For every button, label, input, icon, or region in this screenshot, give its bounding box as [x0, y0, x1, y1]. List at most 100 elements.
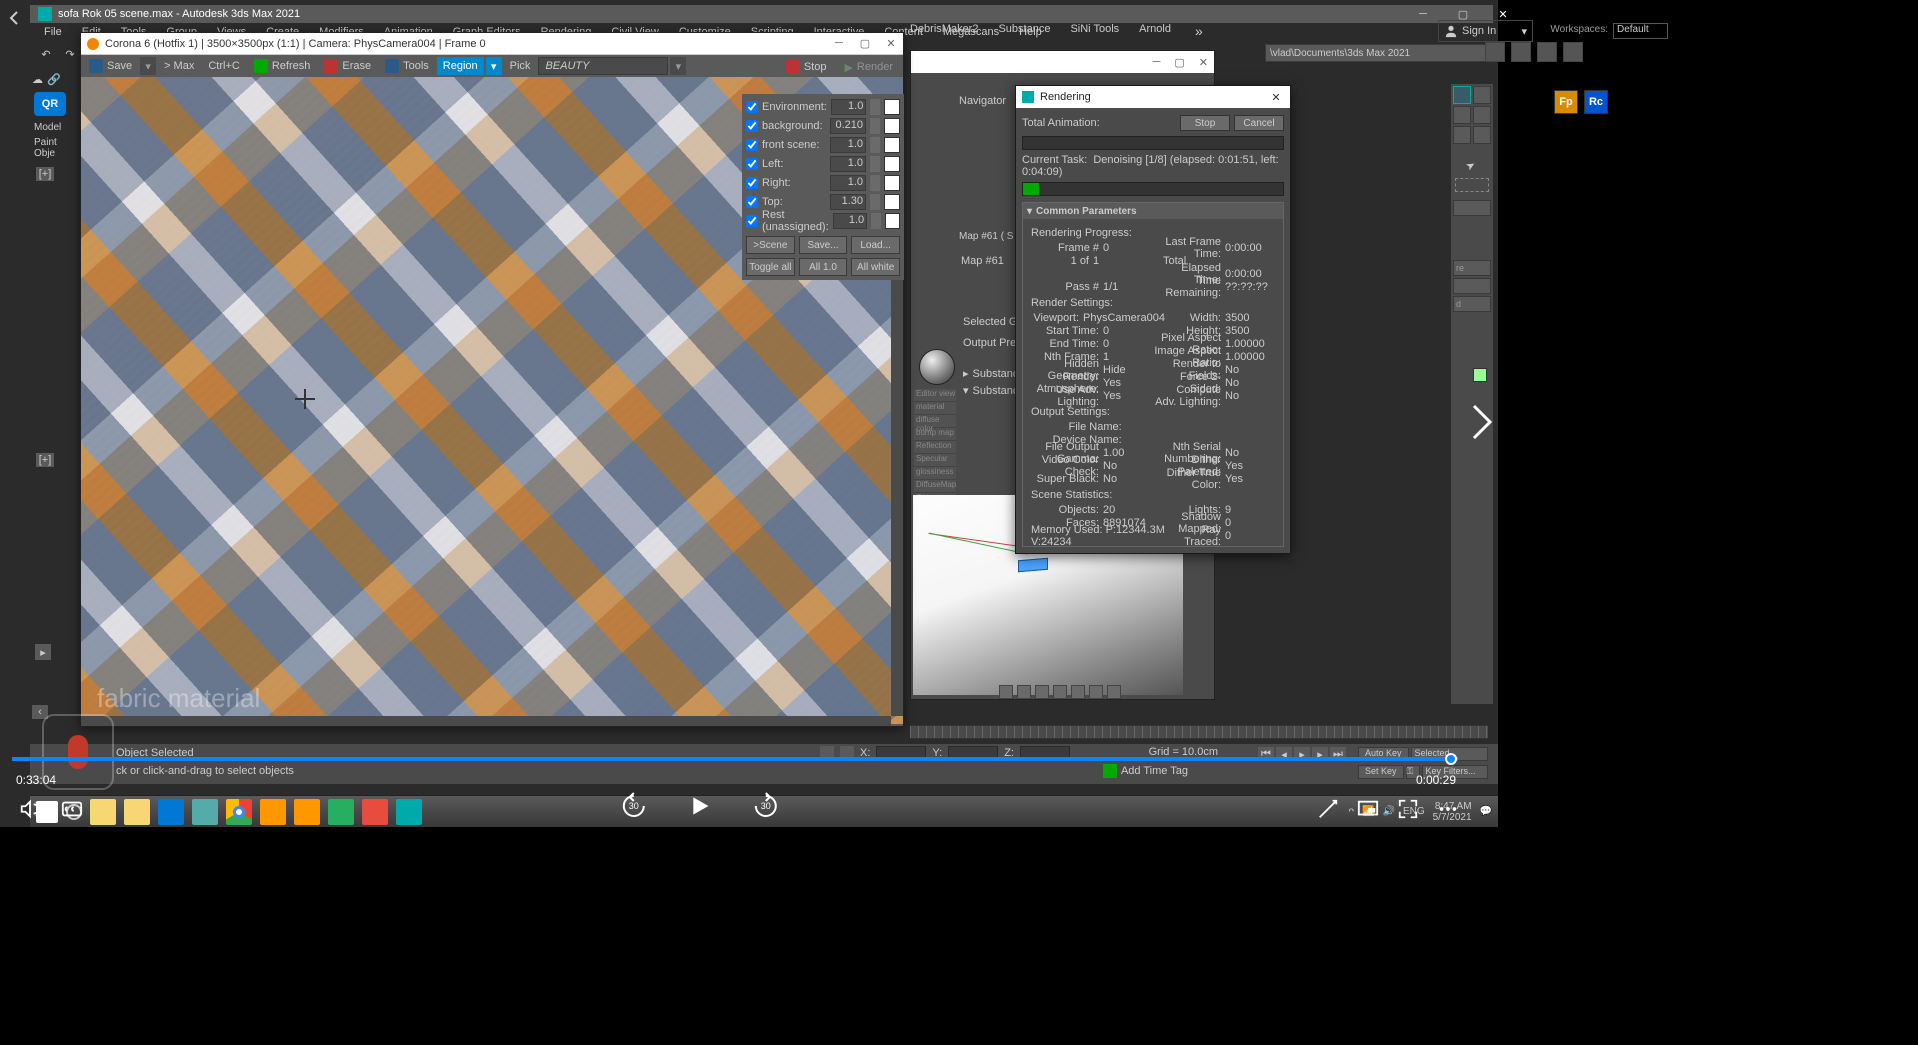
- common-params-header[interactable]: ▾ Common Parameters: [1023, 203, 1283, 219]
- vfb-maximize[interactable]: ▢: [859, 37, 871, 50]
- hierarchy-tab[interactable]: [1453, 106, 1471, 124]
- play-button[interactable]: [685, 791, 715, 821]
- env-value[interactable]: 1.0: [831, 99, 867, 115]
- render-close[interactable]: ✕: [1268, 91, 1284, 104]
- vfb-pick-button[interactable]: Pick: [504, 57, 537, 75]
- fullscreen-button[interactable]: [1396, 797, 1420, 821]
- top-value[interactable]: 1.30: [830, 194, 866, 210]
- more-button[interactable]: [1436, 797, 1460, 821]
- left-value[interactable]: 1.0: [830, 156, 866, 172]
- vfb-minimize[interactable]: ─: [833, 37, 845, 50]
- all10-button[interactable]: All 1.0: [799, 258, 848, 276]
- mateditor-close[interactable]: ✕: [1199, 56, 1208, 69]
- timetag-label[interactable]: Add Time Tag: [1121, 765, 1188, 777]
- env-spinner[interactable]: [870, 99, 880, 115]
- top-swatch[interactable]: [884, 194, 900, 210]
- toolbar-icon-4[interactable]: [1563, 42, 1583, 62]
- vfb-channel-select[interactable]: BEAUTY: [538, 57, 668, 75]
- viewport-play-button[interactable]: ▸: [35, 644, 51, 660]
- taskbar-mail[interactable]: [158, 799, 184, 825]
- taskbar-explorer[interactable]: [90, 799, 116, 825]
- browser-back-button[interactable]: [5, 8, 25, 28]
- minimize-button[interactable]: ─: [1403, 5, 1443, 23]
- env-swatch[interactable]: [884, 99, 900, 115]
- link-icon[interactable]: 🔗: [47, 73, 61, 86]
- fp-button[interactable]: Fp: [1554, 90, 1578, 114]
- menu-substance[interactable]: Substance: [988, 23, 1060, 35]
- vfb-scrollbar-horizontal[interactable]: [81, 716, 891, 726]
- menu-sini[interactable]: SiNi Tools: [1060, 23, 1129, 35]
- render-cancel-button[interactable]: Cancel: [1234, 115, 1284, 131]
- mark-button[interactable]: [1316, 797, 1340, 821]
- left-swatch[interactable]: [884, 156, 900, 172]
- bg-checkbox[interactable]: [746, 120, 758, 132]
- display-tab[interactable]: [1453, 126, 1471, 144]
- vfb-titlebar[interactable]: Corona 6 (Hotfix 1) | 3500×3500px (1:1) …: [81, 33, 903, 55]
- front-checkbox[interactable]: [746, 139, 758, 151]
- utilities-tab[interactable]: [1473, 126, 1491, 144]
- rest-value[interactable]: 1.0: [833, 213, 867, 229]
- map-name[interactable]: Map #61: [961, 255, 1004, 267]
- mateditor-minimize[interactable]: ─: [1153, 56, 1161, 68]
- taskbar-chrome[interactable]: [226, 799, 252, 825]
- front-spinner[interactable]: [870, 137, 880, 153]
- cmd-row-3[interactable]: d: [1453, 296, 1491, 312]
- seekbar-thumb[interactable]: [1445, 753, 1457, 765]
- cmd-row-1[interactable]: re: [1453, 260, 1491, 276]
- env-checkbox[interactable]: [746, 101, 758, 113]
- vfb-channel-dropdown[interactable]: ▾: [670, 57, 686, 75]
- toggleall-button[interactable]: Toggle all: [746, 258, 795, 276]
- redo-button[interactable]: ↷: [60, 44, 80, 64]
- render-titlebar[interactable]: Rendering ✕: [1016, 86, 1290, 108]
- mat-nav-icon-3[interactable]: [1035, 685, 1049, 699]
- toscene-button[interactable]: >Scene: [746, 236, 795, 254]
- right-spinner[interactable]: [870, 175, 880, 191]
- timeline-ruler[interactable]: [910, 725, 1488, 739]
- rest-swatch[interactable]: [885, 213, 900, 229]
- bg-value[interactable]: 0.210: [830, 118, 866, 134]
- mat-nav-icon-2[interactable]: [1017, 685, 1031, 699]
- material-preview-sphere[interactable]: [919, 349, 955, 385]
- bg-spinner[interactable]: [870, 118, 880, 134]
- vfb-erase-button[interactable]: Erase: [318, 57, 377, 75]
- menu-debrismaker[interactable]: DebrisMaker2: [900, 23, 988, 35]
- viewport-label-1[interactable]: [+]: [36, 167, 54, 181]
- menu-overflow[interactable]: »: [1195, 23, 1203, 39]
- rest-checkbox[interactable]: [746, 215, 758, 227]
- next-video-button[interactable]: [1466, 398, 1498, 446]
- render-stop-button[interactable]: Stop: [1180, 115, 1230, 131]
- mat-nav-icon-5[interactable]: [1071, 685, 1085, 699]
- video-seekbar[interactable]: [12, 757, 1458, 761]
- category-dropdown[interactable]: [1453, 200, 1491, 216]
- front-swatch[interactable]: [884, 137, 900, 153]
- vfb-refresh-button[interactable]: Refresh: [248, 57, 317, 75]
- save-lightmix-button[interactable]: Save...: [799, 236, 848, 254]
- project-path-input[interactable]: [1265, 44, 1490, 62]
- taskbar-3dsmax[interactable]: [396, 799, 422, 825]
- taskbar-app-1[interactable]: [192, 799, 218, 825]
- vfb-copy-button[interactable]: Ctrl+C: [202, 57, 245, 75]
- create-tab[interactable]: [1453, 86, 1471, 104]
- tray-notifications[interactable]: 💬: [1480, 806, 1492, 817]
- modeling-tab[interactable]: Model: [30, 120, 80, 135]
- skip-forward-button[interactable]: 30: [751, 791, 781, 821]
- vfb-close[interactable]: ✕: [885, 37, 897, 50]
- right-checkbox[interactable]: [746, 177, 758, 189]
- taskbar-app-5[interactable]: [362, 799, 388, 825]
- vfb-save-button[interactable]: Save: [83, 57, 138, 75]
- mat-nav-icon-4[interactable]: [1053, 685, 1067, 699]
- taskbar-app-4[interactable]: [328, 799, 354, 825]
- mat-nav-icon-1[interactable]: [999, 685, 1013, 699]
- motion-tab[interactable]: [1473, 106, 1491, 124]
- vfb-tomax-button[interactable]: > Max: [158, 57, 200, 75]
- qr-button[interactable]: QR: [34, 92, 66, 116]
- timetag-icon[interactable]: [1103, 764, 1117, 778]
- vfb-render-button[interactable]: ▶Render: [838, 58, 899, 76]
- paint-tab[interactable]: Paint Obje: [30, 135, 80, 161]
- cloud-icon[interactable]: ☁: [32, 73, 43, 86]
- toolbar-icon-3[interactable]: [1537, 42, 1557, 62]
- vfb-region-button[interactable]: Region: [437, 57, 484, 75]
- captions-button[interactable]: [60, 797, 84, 821]
- top-checkbox[interactable]: [746, 196, 758, 208]
- vfb-stop-button[interactable]: Stop: [780, 58, 837, 76]
